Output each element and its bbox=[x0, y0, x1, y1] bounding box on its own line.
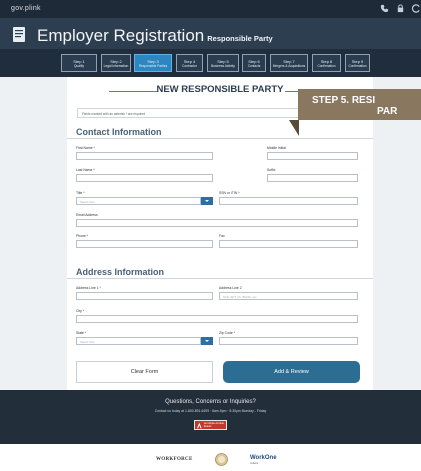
state-label: State * bbox=[76, 331, 87, 335]
step-tab-7[interactable]: Step 7 Mergers & Acquisitions bbox=[270, 54, 308, 72]
state-select-chevron-icon[interactable] bbox=[201, 337, 213, 345]
ssn-label: SSN or ITIN * bbox=[219, 191, 240, 195]
adobe-reader-badge[interactable]: Get Adobe Acrobat Reader bbox=[194, 420, 227, 430]
step-label: Confirmation bbox=[317, 63, 336, 68]
top-icons bbox=[380, 4, 421, 14]
step-label: Business Activity bbox=[211, 63, 235, 68]
step-label: Qualify bbox=[74, 63, 84, 68]
email-field[interactable] bbox=[76, 219, 358, 227]
city-label: City * bbox=[76, 309, 85, 313]
step-label: Confirmation bbox=[348, 63, 367, 68]
step-tab-3[interactable]: Step 3 Responsible Parties bbox=[134, 54, 172, 72]
refresh-icon[interactable] bbox=[412, 4, 421, 13]
first-name-field[interactable] bbox=[76, 152, 213, 160]
phone-label: Phone * bbox=[76, 234, 89, 238]
step-label: Legal Information bbox=[103, 63, 129, 68]
state-seal-icon bbox=[215, 453, 228, 466]
ssn-field[interactable] bbox=[219, 197, 358, 205]
step-tab-6[interactable]: Step 6 Contacts bbox=[242, 54, 266, 72]
address-line1-label: Address Line 1 * bbox=[76, 286, 101, 290]
step-tab-8[interactable]: Step 8 Confirmation bbox=[312, 54, 341, 72]
step-tab-2[interactable]: Step 2 Legal Information bbox=[101, 54, 131, 72]
address-line2-field[interactable]: STE, APT, FL, BLDG, etc bbox=[219, 292, 358, 300]
adobe-icon bbox=[197, 422, 202, 428]
page-subtitle: Responsible Party bbox=[207, 34, 273, 43]
phone-icon[interactable] bbox=[380, 4, 389, 13]
contact-heading: Contact Information bbox=[76, 127, 162, 137]
document-icon bbox=[13, 27, 25, 42]
city-field[interactable] bbox=[76, 315, 358, 323]
page-header: Employer Registration Responsible Party bbox=[0, 18, 421, 49]
last-name-label: Last Name * bbox=[76, 168, 95, 172]
step-tab-9[interactable]: Step 9 Confirmation bbox=[345, 54, 370, 72]
footer-question: Questions, Concerns or Inquiries? bbox=[165, 399, 256, 405]
fax-field[interactable] bbox=[219, 240, 358, 248]
address-heading: Address Information bbox=[76, 267, 165, 277]
step-tab-1[interactable]: Step 1 Qualify bbox=[61, 54, 97, 72]
banner-fold bbox=[289, 120, 299, 136]
suffix-label: Suffix bbox=[267, 168, 276, 172]
workforce-logo: WORKFORCE bbox=[156, 457, 193, 462]
suffix-field[interactable] bbox=[267, 174, 358, 182]
workone-logo: WorkOne bbox=[250, 455, 277, 461]
step-label: Mergers & Acquisitions bbox=[272, 63, 306, 68]
step-label: Contractor bbox=[182, 63, 197, 68]
step-label: Contacts bbox=[247, 63, 261, 68]
middle-initial-label: Middle Initial bbox=[267, 146, 286, 150]
app-logo[interactable]: gov.plink bbox=[11, 5, 41, 12]
clear-form-button[interactable]: Clear Form bbox=[76, 361, 213, 383]
title-label: Title * bbox=[76, 191, 85, 195]
step-label: Responsible Parties bbox=[138, 63, 168, 68]
footer-contact: Contact us today at 1-800-891-6499 · 8am… bbox=[154, 409, 267, 413]
address-line2-label: Address Line 2 bbox=[219, 286, 242, 290]
email-label: Email Address bbox=[76, 213, 98, 217]
page-title-text: Employer Registration bbox=[37, 26, 205, 45]
step-tab-5[interactable]: Step 5 Business Activity bbox=[207, 54, 239, 72]
top-bar: gov.plink bbox=[0, 0, 421, 18]
step-navigation: Step 1 Qualify Step 2 Legal Information Step… bbox=[0, 49, 421, 77]
zip-field[interactable] bbox=[219, 337, 358, 345]
add-review-button[interactable]: Add & Review bbox=[223, 361, 360, 383]
title-select-chevron-icon[interactable] bbox=[201, 197, 213, 205]
step-tab-4[interactable]: Step 4 Contractor bbox=[176, 54, 203, 72]
contact-divider bbox=[67, 138, 373, 139]
zip-label: Zip Code * bbox=[219, 331, 236, 335]
workone-logo-sub: Indiana bbox=[250, 462, 259, 465]
address-divider bbox=[67, 278, 373, 279]
adobe-badge-text: Get Adobe Acrobat Reader bbox=[203, 422, 224, 428]
middle-initial-field[interactable] bbox=[267, 152, 358, 160]
lock-icon[interactable] bbox=[396, 4, 405, 13]
step-banner-line1: STEP 5. RESI bbox=[312, 95, 376, 106]
partner-logos bbox=[0, 444, 421, 471]
address-line1-field[interactable] bbox=[76, 292, 213, 300]
last-name-field[interactable] bbox=[76, 174, 213, 182]
step-banner-line2: PAR bbox=[377, 106, 398, 117]
fax-label: Fax bbox=[219, 234, 225, 238]
phone-field[interactable] bbox=[76, 240, 213, 248]
page-title: Employer Registration Responsible Party bbox=[37, 26, 273, 46]
state-select[interactable]: Select One bbox=[76, 337, 201, 345]
title-select[interactable]: Select One bbox=[76, 197, 201, 205]
first-name-label: First Name * bbox=[76, 146, 95, 150]
